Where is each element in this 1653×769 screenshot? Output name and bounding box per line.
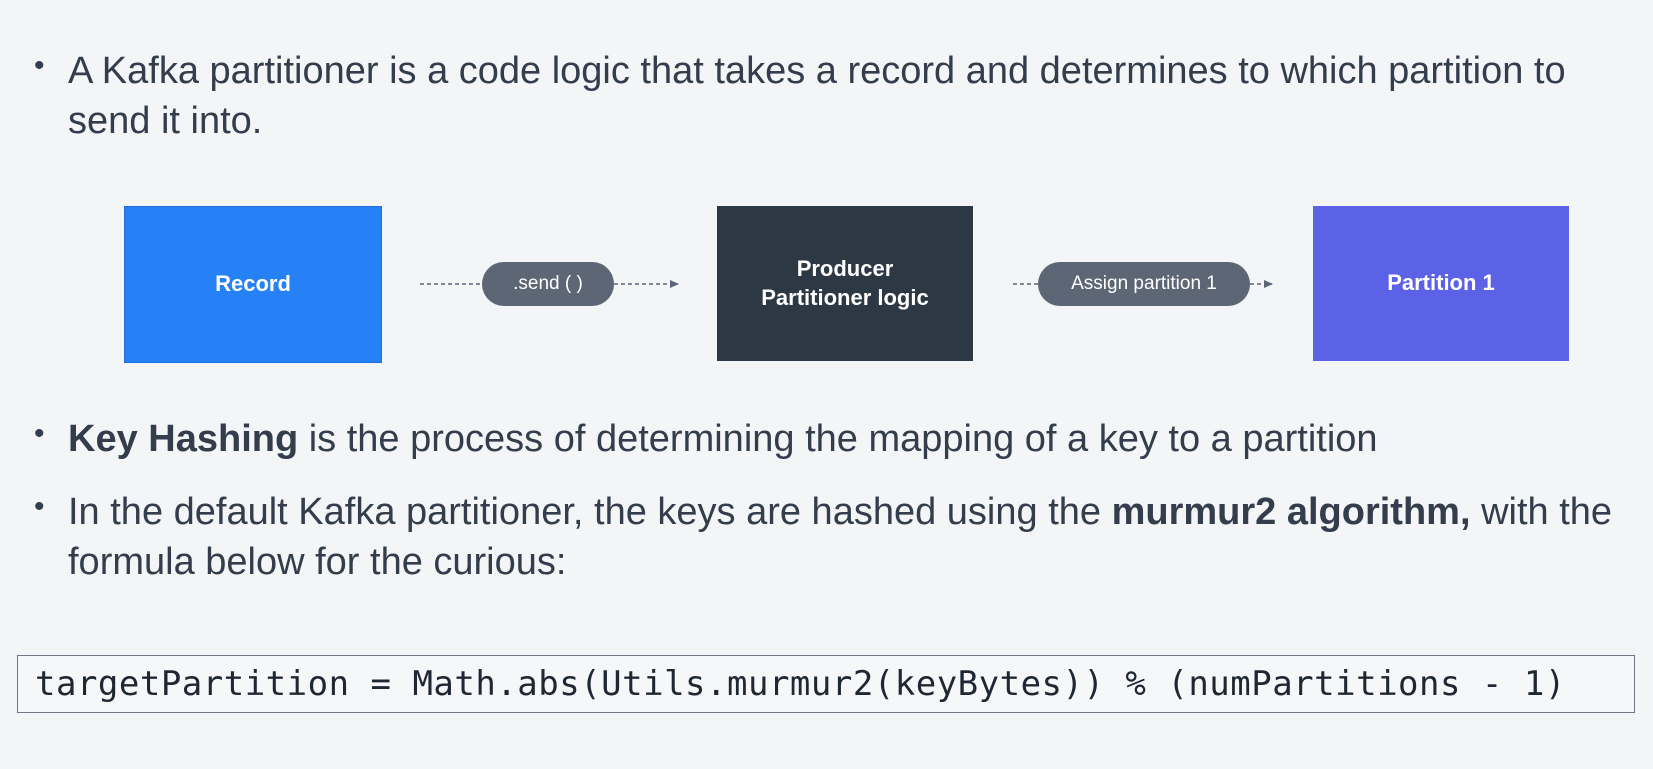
formula-code-block: targetPartition = Math.abs(Utils.murmur2… <box>17 655 1635 713</box>
producer-partitioner-box: Producer Partitioner logic <box>717 206 973 361</box>
bullet-murmur2: • In the default Kafka partitioner, the … <box>34 487 1614 587</box>
assign-label: Assign partition 1 <box>1071 273 1217 294</box>
bullet-text-rest: is the process of determining the mappin… <box>298 418 1378 460</box>
bullet-key-hashing: • Key Hashing is the process of determin… <box>34 414 1594 464</box>
formula-text: targetPartition = Math.abs(Utils.murmur2… <box>35 664 1566 704</box>
producer-label-line1: Producer <box>796 255 894 281</box>
record-label: Record <box>215 271 291 297</box>
send-pill: .send ( ) <box>482 262 614 306</box>
assign-partition-pill: Assign partition 1 <box>1038 262 1250 306</box>
producer-label-line2: Partitioner logic <box>761 284 929 310</box>
bullet-text: Key Hashing is the process of determinin… <box>68 414 1594 464</box>
partition-label: Partition 1 <box>1387 270 1495 296</box>
bold-term: Key Hashing <box>68 418 299 460</box>
bold-term: murmur2 algorithm, <box>1111 491 1471 533</box>
bullet-text: In the default Kafka partitioner, the ke… <box>68 487 1614 587</box>
partition-box: Partition 1 <box>1313 206 1569 361</box>
bullet-dot: • <box>34 490 45 523</box>
record-box: Record <box>124 206 382 363</box>
bullet-dot: • <box>34 417 45 450</box>
send-label: .send ( ) <box>513 273 583 294</box>
bullet-dot: • <box>34 49 45 82</box>
bullet-partitioner-definition: • A Kafka partitioner is a code logic th… <box>34 46 1594 146</box>
bullet-text: A Kafka partitioner is a code logic that… <box>68 50 1566 143</box>
bullet-text-before: In the default Kafka partitioner, the ke… <box>68 491 1112 533</box>
